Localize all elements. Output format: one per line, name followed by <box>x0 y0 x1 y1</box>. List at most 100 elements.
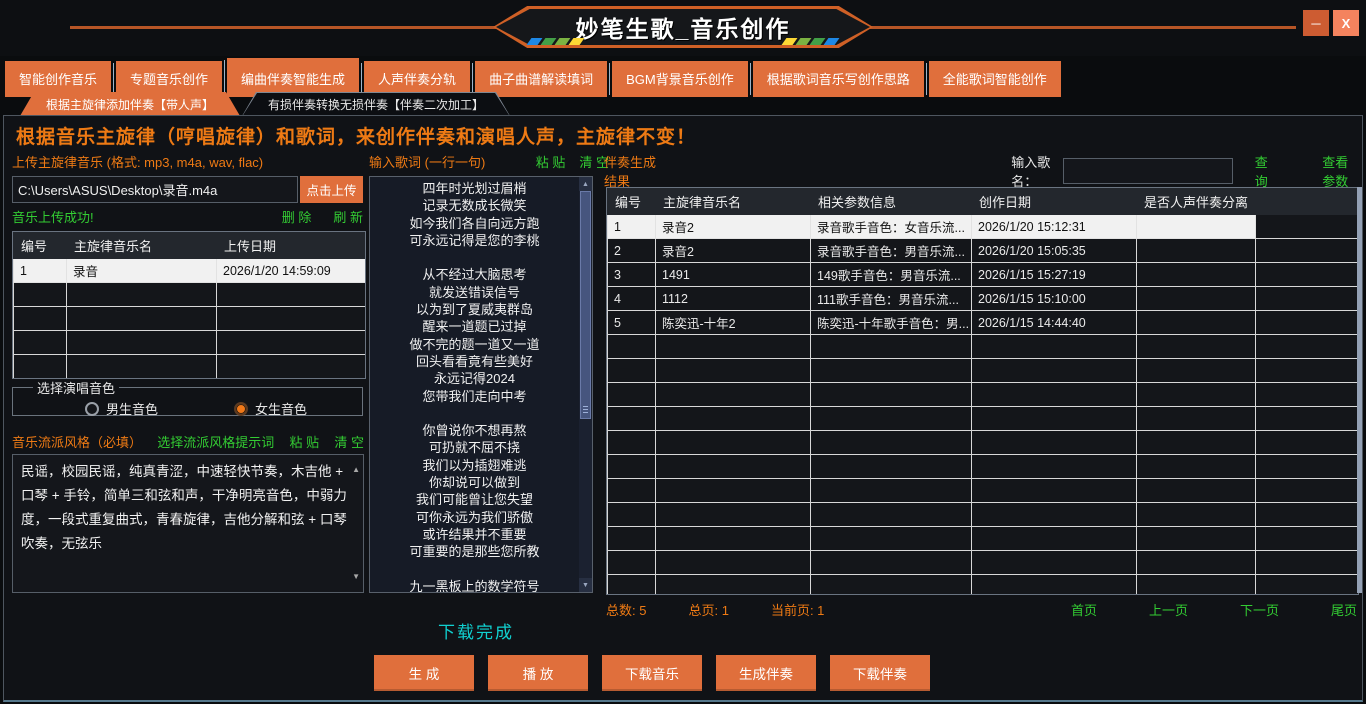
style-row: 音乐流派风格（必填） 选择流派风格提示词 粘 贴 清 空 <box>12 432 364 451</box>
table-cell: 111歌手音色：男音乐流... <box>811 287 972 311</box>
page-title: 根据音乐主旋律（哼唱旋律）和歌词，来创作伴奏和演唱人声，主旋律不变！ <box>16 122 696 149</box>
radio-icon <box>234 402 248 416</box>
table-cell: 149歌手音色：男音乐流... <box>811 263 972 287</box>
empty-cell <box>1137 551 1256 575</box>
action-button[interactable]: 下载音乐 <box>602 655 702 691</box>
empty-cell <box>1256 479 1359 503</box>
empty-cell <box>1137 359 1256 383</box>
close-button[interactable]: X <box>1333 10 1359 36</box>
song-name-input[interactable] <box>1063 158 1233 184</box>
table-cell: 1112 <box>656 287 811 311</box>
style-clear-button[interactable]: 清 空 <box>334 432 364 451</box>
refresh-link[interactable]: 刷 新 <box>333 207 363 226</box>
empty-cell <box>972 527 1137 551</box>
table-cell: 录音2 <box>656 215 811 239</box>
empty-cell <box>217 331 366 355</box>
empty-cell <box>1137 479 1256 503</box>
main-tab[interactable]: 全能歌词智能创作 <box>929 61 1061 97</box>
results-table[interactable]: 编号主旋律音乐名相关参数信息创作日期是否人声伴奏分离1录音2录音歌手音色：女音乐… <box>606 187 1359 595</box>
table-row[interactable]: 1录音2录音歌手音色：女音乐流...2026/1/20 15:12:31 <box>608 215 1359 239</box>
empty-cell <box>811 479 972 503</box>
sub-tab-label: 根据主旋律添加伴奏【带人声】 <box>46 96 214 113</box>
lyrics-textarea[interactable]: 四年时光划过眉梢 记录无数成长微笑 如今我们各自向远方跑 可永远记得是您的李桃 … <box>369 176 593 593</box>
table-cell <box>1256 239 1359 263</box>
action-button[interactable]: 生 成 <box>374 655 474 691</box>
empty-cell <box>14 331 67 355</box>
radio-icon <box>85 402 99 416</box>
table-cell: 1 <box>14 259 67 283</box>
table-row[interactable]: 5陈奕迅-十年2陈奕迅-十年歌手音色：男...2026/1/15 14:44:4… <box>608 311 1359 335</box>
empty-cell <box>656 479 811 503</box>
upload-button[interactable]: 点击上传 <box>300 176 363 203</box>
sub-tab-add-accompaniment[interactable]: 根据主旋律添加伴奏【带人声】 <box>20 92 240 116</box>
style-hint-link[interactable]: 选择流派风格提示词 <box>157 432 274 451</box>
pagination-row: 总数: 5总页: 1当前页: 1 首页上一页下一页尾页 <box>606 600 1357 619</box>
table-row[interactable]: 1录音2026/1/20 14:59:09 <box>14 259 366 283</box>
scroll-down-icon[interactable]: ▼ <box>352 565 360 589</box>
empty-cell <box>811 551 972 575</box>
style-paste-button[interactable]: 粘 贴 <box>290 432 320 451</box>
sub-tab-label: 有损伴奏转换无损伴奏【伴奏二次加工】 <box>268 96 484 113</box>
empty-cell <box>656 431 811 455</box>
lyrics-paste-button[interactable]: 粘 贴 <box>536 152 566 171</box>
empty-cell <box>811 503 972 527</box>
banner-line-right <box>860 26 1296 29</box>
empty-cell <box>608 551 656 575</box>
empty-cell <box>972 407 1137 431</box>
file-path-input[interactable] <box>12 176 298 203</box>
radio-label: 男生音色 <box>106 399 158 418</box>
empty-cell <box>608 503 656 527</box>
table-cell: 2026/1/15 14:44:40 <box>972 311 1137 335</box>
page-link[interactable]: 上一页 <box>1149 603 1188 618</box>
voice-radio-male[interactable]: 男生音色 <box>85 399 158 418</box>
page-count: 总数: 5 <box>606 603 646 618</box>
lyrics-label: 输入歌词 (一行一句) <box>369 152 485 171</box>
lyrics-scrollbar[interactable]: ▲ ▼ <box>579 177 592 592</box>
delete-link[interactable]: 删 除 <box>282 207 312 226</box>
empty-cell <box>656 335 811 359</box>
minimize-button[interactable]: ─ <box>1303 10 1329 36</box>
table-cell <box>1137 239 1256 263</box>
action-button[interactable]: 下载伴奏 <box>830 655 930 691</box>
table-row[interactable]: 31491149歌手音色：男音乐流...2026/1/15 15:27:19 <box>608 263 1359 287</box>
empty-cell <box>67 355 217 379</box>
main-tab[interactable]: 根据歌词音乐写创作思路 <box>753 61 924 97</box>
sub-tab-lossless-convert[interactable]: 有损伴奏转换无损伴奏【伴奏二次加工】 <box>242 92 510 116</box>
column-header: 上传日期 <box>217 233 366 259</box>
empty-table-row <box>14 307 366 331</box>
table-cell: 2026/1/20 15:05:35 <box>972 239 1137 263</box>
page-count: 当前页: 1 <box>771 603 824 618</box>
empty-cell <box>1137 527 1256 551</box>
empty-cell <box>1256 455 1359 479</box>
scroll-down-icon[interactable]: ▼ <box>579 578 592 592</box>
page-link[interactable]: 首页 <box>1071 603 1097 618</box>
page-link[interactable]: 下一页 <box>1240 603 1279 618</box>
upload-label: 上传主旋律音乐 (格式: mp3, m4a, wav, flac) <box>12 152 263 171</box>
action-button[interactable]: 生成伴奏 <box>716 655 816 691</box>
empty-cell <box>972 383 1137 407</box>
scrollbar-thumb[interactable] <box>580 191 591 419</box>
voice-radio-female[interactable]: 女生音色 <box>234 399 307 418</box>
action-button[interactable]: 播 放 <box>488 655 588 691</box>
column-header: 是否人声伴奏分离 <box>1137 189 1256 215</box>
empty-table-row <box>608 479 1359 503</box>
empty-cell <box>1256 335 1359 359</box>
table-row[interactable]: 41112111歌手音色：男音乐流...2026/1/15 15:10:00 <box>608 287 1359 311</box>
view-params-link[interactable]: 查看参数 <box>1322 152 1357 190</box>
main-tab[interactable]: BGM背景音乐创作 <box>612 61 748 97</box>
empty-cell <box>608 335 656 359</box>
scroll-up-icon[interactable]: ▲ <box>579 177 592 191</box>
empty-cell <box>972 503 1137 527</box>
table-cell: 4 <box>608 287 656 311</box>
results-scrollbar[interactable] <box>1357 187 1362 593</box>
table-cell: 2026/1/20 15:12:31 <box>972 215 1137 239</box>
empty-cell <box>1137 335 1256 359</box>
column-header: 主旋律音乐名 <box>67 233 217 259</box>
page-link[interactable]: 尾页 <box>1331 603 1357 618</box>
table-row[interactable]: 2录音2录音歌手音色：男音乐流...2026/1/20 15:05:35 <box>608 239 1359 263</box>
empty-cell <box>972 335 1137 359</box>
scroll-up-icon[interactable]: ▲ <box>352 458 360 482</box>
style-textarea[interactable]: 民谣，校园民谣，纯真青涩，中速轻快节奏，木吉他 + 口琴 + 手铃，简单三和弦和… <box>12 454 364 593</box>
query-button[interactable]: 查询 <box>1255 152 1272 190</box>
uploaded-music-table[interactable]: 编号主旋律音乐名上传日期1录音2026/1/20 14:59:09 <box>12 231 366 379</box>
